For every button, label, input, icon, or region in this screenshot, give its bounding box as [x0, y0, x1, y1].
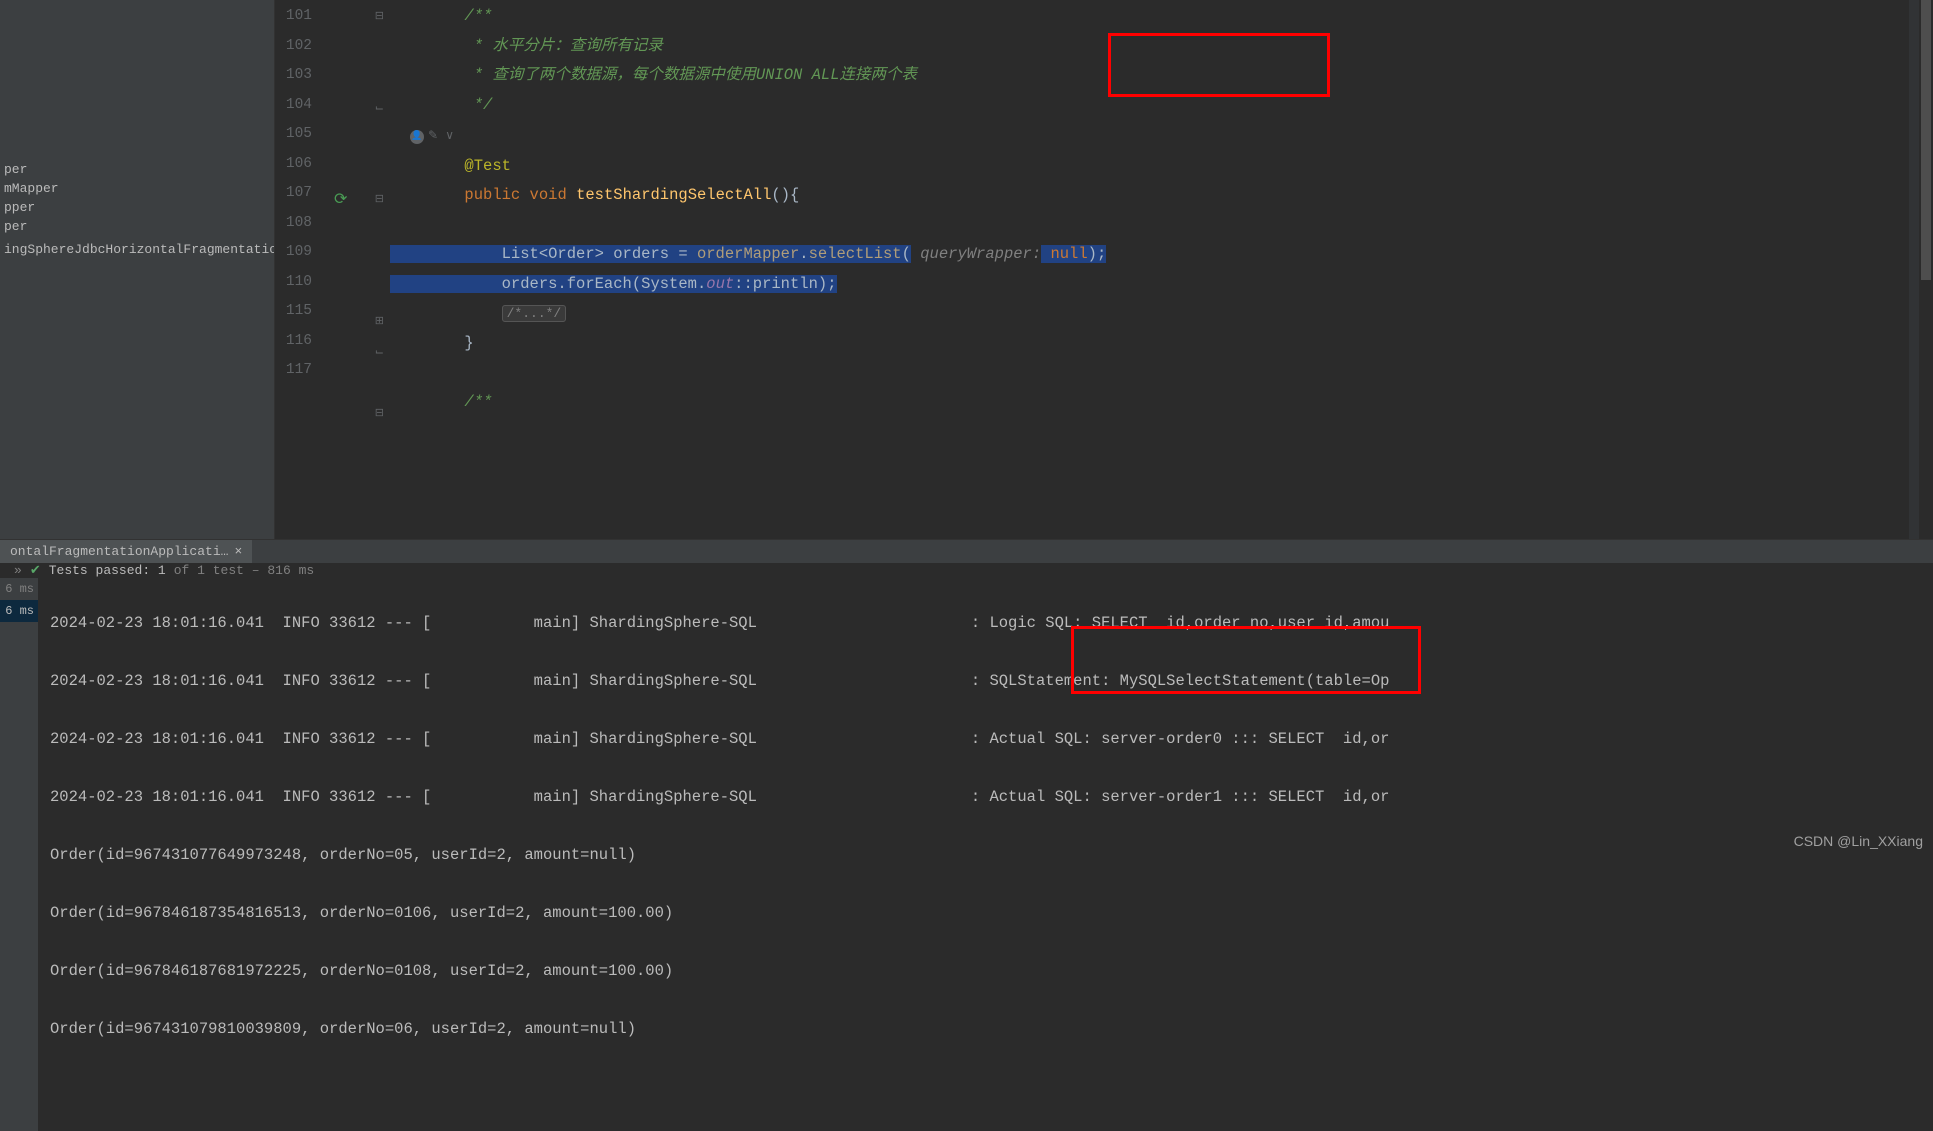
code-area[interactable]: /** * 水平分片：查询所有记录 * 查询了两个数据源，每个数据源中使用UNI…	[390, 0, 1909, 539]
line-number: 103	[275, 61, 312, 91]
run-panel: ontalFragmentationApplicati… × » ✔ Tests…	[0, 539, 1933, 853]
sidebar-item[interactable]: per	[0, 217, 274, 236]
line-number: 115	[275, 297, 312, 327]
author-hint[interactable]: 👤 ✎ ∨	[410, 122, 454, 152]
code-text: @Test	[464, 157, 511, 175]
run-tab-label: ontalFragmentationApplicati…	[10, 544, 228, 559]
line-number: 110	[275, 268, 312, 298]
code-text: * 水平分片：查询所有记录	[390, 37, 663, 55]
run-tab[interactable]: ontalFragmentationApplicati… ×	[0, 540, 252, 563]
code-text: );	[818, 275, 837, 293]
test-status-text: Tests passed: 1	[49, 563, 166, 578]
ide-root: per mMapper pper per ingSphereJdbcHorizo…	[0, 0, 1933, 853]
code-editor[interactable]: 101 102 103 104 105 106 107 108 109 110 …	[275, 0, 1933, 539]
run-tab-bar: ontalFragmentationApplicati… ×	[0, 540, 1933, 563]
top-section: per mMapper pper per ingSphereJdbcHorizo…	[0, 0, 1933, 539]
inlay-hint: queryWrapper:	[920, 245, 1041, 263]
code-text: );	[1088, 245, 1107, 263]
fold-expand-icon[interactable]: ⊞	[330, 308, 390, 338]
console-output[interactable]: 2024-02-23 18:01:16.041 INFO 33612 --- […	[38, 578, 1933, 1131]
minimap[interactable]	[1909, 0, 1919, 539]
sidebar-item[interactable]: ingSphereJdbcHorizontalFragmentation	[0, 240, 274, 259]
code-text: }	[390, 334, 474, 352]
run-test-icon[interactable]: ⟳	[334, 186, 347, 216]
code-text: testShardingSelectAll	[576, 186, 771, 204]
line-number: 106	[275, 150, 312, 180]
code-text: orders.forEach(System.	[390, 275, 706, 293]
code-text: public	[464, 186, 520, 204]
console-line: Order(id=967846187681972225, orderNo=010…	[50, 957, 1933, 986]
test-status-dim: of 1 test – 816 ms	[174, 563, 314, 578]
test-tree[interactable]: 6 ms 6 ms	[0, 578, 38, 1131]
line-number-gutter: 101 102 103 104 105 106 107 108 109 110 …	[275, 0, 330, 539]
author-hint-text: ✎ ∨	[428, 122, 454, 152]
fold-collapse-icon[interactable]: ⊟	[330, 400, 390, 430]
code-text: List<Order> orders =	[390, 245, 697, 263]
console-line: 2024-02-23 18:01:16.041 INFO 33612 --- […	[50, 609, 1933, 638]
check-icon: ✔	[30, 563, 41, 578]
code-text: (	[902, 245, 911, 263]
folded-region[interactable]: /*...*/	[502, 305, 567, 322]
sidebar-item[interactable]: pper	[0, 198, 274, 217]
code-text: /**	[390, 7, 492, 25]
code-text: .	[799, 245, 808, 263]
line-number: 104	[275, 91, 312, 121]
console-line: Order(id=967431079810039809, orderNo=06,…	[50, 1015, 1933, 1044]
code-text: (){	[771, 186, 799, 204]
code-text: */	[390, 96, 492, 114]
code-text: /**	[390, 393, 492, 411]
line-number: 109	[275, 238, 312, 268]
line-number: 107	[275, 179, 312, 209]
test-duration: 6 ms	[0, 578, 38, 600]
sidebar-item[interactable]: mMapper	[0, 179, 274, 198]
expand-icon[interactable]: »	[14, 563, 22, 578]
code-text: void	[530, 186, 567, 204]
code-text: orderMapper	[697, 245, 799, 263]
test-duration[interactable]: 6 ms	[0, 600, 38, 622]
close-icon[interactable]: ×	[234, 544, 242, 559]
watermark: CSDN @Lin_XXiang	[1794, 833, 1923, 849]
console-body: 6 ms 6 ms 2024-02-23 18:01:16.041 INFO 3…	[0, 578, 1933, 1131]
scrollbar-thumb[interactable]	[1921, 0, 1931, 280]
line-number: 102	[275, 32, 312, 62]
vertical-scrollbar[interactable]	[1919, 0, 1933, 539]
line-number: 117	[275, 356, 312, 386]
line-number: 101	[275, 2, 312, 32]
gutter-icons: ⊟ ⌙ ⟳⊟ ⊞ ⌙ ⊟	[330, 0, 390, 539]
console-line: 2024-02-23 18:01:16.041 INFO 33612 --- […	[50, 783, 1933, 812]
code-text: ::println	[734, 275, 818, 293]
sidebar-item[interactable]: per	[0, 160, 274, 179]
line-number: 116	[275, 327, 312, 357]
console-line: Order(id=967846187354816513, orderNo=010…	[50, 899, 1933, 928]
code-text: null	[1041, 245, 1088, 263]
fold-end-icon[interactable]: ⌙	[330, 339, 390, 369]
user-icon: 👤	[410, 130, 424, 144]
console-line: 2024-02-23 18:01:16.041 INFO 33612 --- […	[50, 667, 1933, 696]
code-text: * 查询了两个数据源，每个数据源中使用UNION ALL连接两个表	[390, 66, 917, 84]
fold-collapse-icon[interactable]: ⊟	[330, 3, 390, 33]
project-sidebar[interactable]: per mMapper pper per ingSphereJdbcHorizo…	[0, 0, 275, 539]
fold-end-icon[interactable]: ⌙	[330, 95, 390, 125]
console-line: Order(id=967431077649973248, orderNo=05,…	[50, 841, 1933, 870]
fold-collapse-icon[interactable]: ⟳⊟	[330, 186, 390, 216]
test-status-bar: » ✔ Tests passed: 1 of 1 test – 816 ms	[0, 563, 1933, 578]
line-number: 105	[275, 120, 312, 150]
console-line: 2024-02-23 18:01:16.041 INFO 33612 --- […	[50, 725, 1933, 754]
code-text: out	[706, 275, 734, 293]
code-text: selectList	[809, 245, 902, 263]
line-number: 108	[275, 209, 312, 239]
